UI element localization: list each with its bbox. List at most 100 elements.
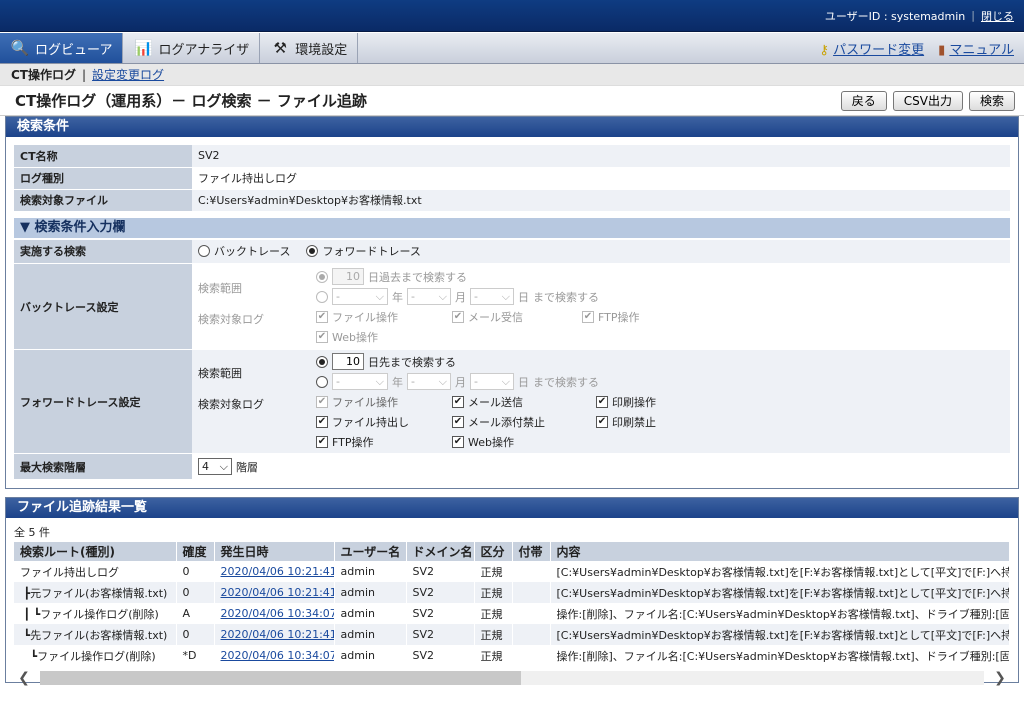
csv-export-button[interactable]: CSV出力 [892,90,963,111]
check-label: ファイル操作 [332,395,398,409]
table-cell: 操作:[削除]、ファイル名:[C:¥Users¥admin¥Desktop¥お客… [550,603,1010,624]
select-value: - [336,290,340,303]
chevron-down-icon: ⌵ [219,459,228,473]
checkbox[interactable]: ✔ [316,415,328,428]
forward-days-row: 日先まで検索する [316,352,656,372]
backtrace-month-select[interactable]: - ⌵ [407,288,451,305]
scroll-right-icon[interactable]: ❯ [990,670,1010,686]
backtrace-target-label: 検索対象ログ [198,312,264,326]
condition-value: C:¥Users¥admin¥Desktop¥お客様情報.txt [192,189,1010,212]
check-label: 印刷操作 [612,395,656,409]
checkbox[interactable]: ✔ [316,395,328,408]
checkbox[interactable]: ✔ [596,395,608,408]
backtrace-settings: 検索範囲 検索対象ログ 日過去まで検索する -⌵ 年 [192,263,1010,350]
scroll-left-icon[interactable]: ❮ [14,670,34,686]
check-item: ✔ メール添付禁止 [452,414,592,430]
checkbox[interactable]: ✔ [582,310,594,323]
datetime-link[interactable]: 2020/04/06 10:34:07 [221,607,334,620]
table-row[interactable]: ┗ファイル操作ログ(削除) *D 2020/04/06 10:34:07 admin S… [14,645,1010,666]
table-cell [512,645,551,666]
forward-row: フォワードトレース設定 検索範囲 検索対象ログ 日先まで検索する [14,349,1010,454]
datetime-link[interactable]: 2020/04/06 10:21:41 [221,586,334,599]
checkbox[interactable]: ✔ [316,310,328,323]
select-value: - [411,375,415,388]
backtrace-checks-row: ✔ Web操作 [316,327,640,347]
column-header[interactable]: 検索ルート(種別) [14,542,177,561]
table-row[interactable]: ┃ ┗ファイル操作ログ(削除) A 2020/04/06 10:34:07 admin… [14,603,1010,624]
close-link[interactable]: 閉じる [981,8,1014,24]
forward-days-input[interactable] [332,353,364,370]
backtrace-date-radio[interactable] [316,290,328,303]
backtrace-days-radio[interactable] [316,270,328,283]
tab-settings[interactable]: ⚒ 環境設定 [260,33,359,63]
checkbox[interactable]: ✔ [316,435,328,448]
column-header[interactable]: 発生日時 [214,542,335,561]
column-header[interactable]: ドメイン名 [406,542,475,561]
table-cell: *D [176,645,215,666]
table-cell: A [176,603,215,624]
tab-log-viewer[interactable]: 🔍 ログビューア [0,33,124,63]
column-header[interactable]: ユーザー名 [334,542,407,561]
subnav-settings-log-link[interactable]: 設定変更ログ [92,66,164,83]
backtrace-days-input[interactable] [332,268,364,285]
manual-text[interactable]: マニュアル [949,43,1014,58]
forward-month-select[interactable]: - ⌵ [407,373,451,390]
column-header[interactable]: 確度 [176,542,215,561]
sub-nav: CT操作ログ | 設定変更ログ [0,64,1024,86]
backtrace-radio[interactable] [198,245,210,258]
forward-days-radio[interactable] [316,355,328,368]
column-header[interactable]: 内容 [550,542,1010,561]
scroll-track[interactable] [40,671,984,685]
checkbox[interactable]: ✔ [452,310,464,323]
checkbox[interactable]: ✔ [452,435,464,448]
forward-radio[interactable] [306,245,319,258]
check-item: ✔ 印刷禁止 [596,414,656,430]
backtrace-day-select[interactable]: - ⌵ [470,288,514,305]
table-cell: ┣元ファイル(お客様情報.txt) [14,582,177,603]
table-cell: 正規 [474,582,513,603]
datetime-link[interactable]: 2020/04/06 10:21:41 [221,565,334,578]
until-label: まで検索する [533,375,599,389]
table-cell: ┗ファイル操作ログ(削除) [14,645,177,666]
checkbox[interactable]: ✔ [316,330,328,343]
password-change-link[interactable]: ⚷ パスワード変更 [819,39,924,58]
forward-day-select[interactable]: - ⌵ [470,373,514,390]
depth-select[interactable]: 4 ⌵ [198,458,232,475]
scroll-thumb[interactable] [40,671,522,685]
checkbox[interactable]: ✔ [596,415,608,428]
depth-controls: 4 ⌵ 階層 [198,457,1004,477]
depth-unit: 階層 [236,460,258,474]
table-cell: SV2 [406,561,475,582]
bar-chart-icon: 📊 [134,39,153,57]
table-row[interactable]: ┣元ファイル(お客様情報.txt) 0 2020/04/06 10:21:41 adm… [14,582,1010,603]
tab-log-analyzer[interactable]: 📊 ログアナライザ [123,33,261,63]
manual-link[interactable]: ▮ マニュアル [938,39,1014,58]
datetime-link[interactable]: 2020/04/06 10:21:41 [221,628,334,641]
chevron-down-icon: ⌵ [501,289,510,303]
back-button[interactable]: 戻る [840,90,887,111]
table-header-row: 検索ルート(種別) 確度 発生日時 ユーザー名 ドメイン名 区分 付帯 内容 [14,542,1010,561]
backtrace-year-select[interactable]: - ⌵ [332,288,388,305]
table-row[interactable]: ファイル持出しログ 0 2020/04/06 10:21:41 admin SV2 正規 [… [14,561,1010,582]
password-change-text[interactable]: パスワード変更 [833,43,924,58]
horizontal-scrollbar[interactable]: ❮ ❯ [14,670,1010,686]
table-cell: ┗先ファイル(お客様情報.txt) [14,624,177,645]
day-label: 日 [518,375,529,389]
condition-row: ログ種別 ファイル持出しログ [14,167,1010,190]
table-row[interactable]: ┗先ファイル(お客様情報.txt) 0 2020/04/06 10:21:41 adm… [14,624,1010,645]
input-section-toggle[interactable]: ▼ 検索条件入力欄 [14,217,1010,238]
checkbox[interactable]: ✔ [452,415,464,428]
forward-date-radio[interactable] [316,375,328,388]
forward-right: 日先まで検索する -⌵ 年 -⌵ 月 -⌵ 日 まで検索する [316,352,656,452]
condition-row: 検索対象ファイル C:¥Users¥admin¥Desktop¥お客様情報.txt [14,189,1010,212]
tab-label: ログビューア [35,42,113,58]
search-button[interactable]: 検索 [968,90,1015,111]
forward-year-select[interactable]: - ⌵ [332,373,388,390]
column-header[interactable]: 付帯 [512,542,551,561]
datetime-link[interactable]: 2020/04/06 10:34:07 [221,649,334,662]
column-header[interactable]: 区分 [474,542,513,561]
book-icon: ▮ [938,42,946,58]
table-cell [512,582,551,603]
checkbox[interactable]: ✔ [452,395,464,408]
